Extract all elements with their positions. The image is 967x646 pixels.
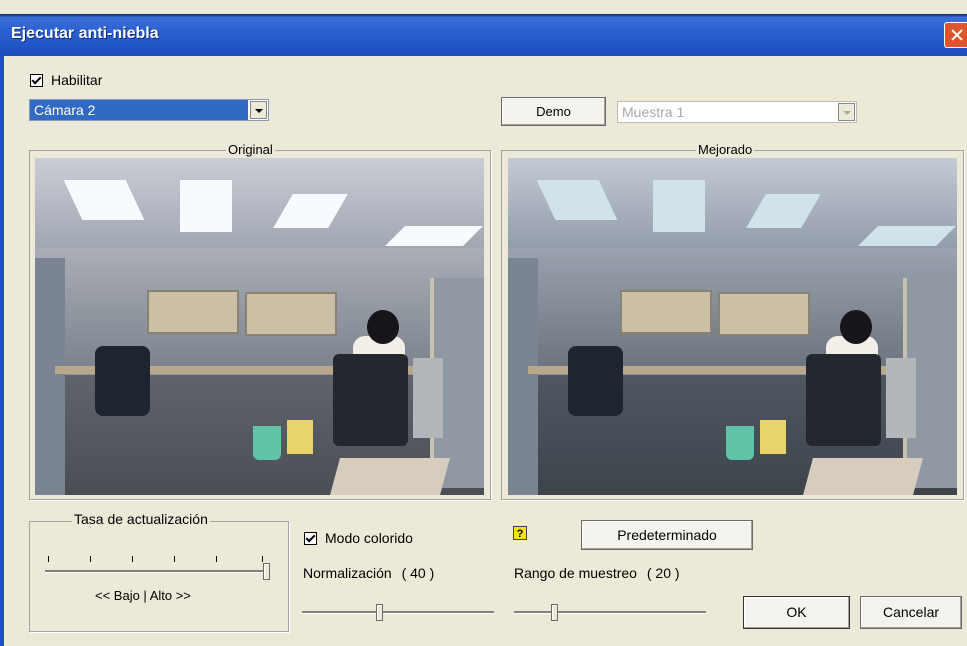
help-icon[interactable]: ?	[513, 526, 527, 540]
normalization-slider-thumb[interactable]	[376, 604, 383, 621]
original-preview-image	[35, 158, 484, 495]
sampling-range-label: Rango de muestreo	[514, 565, 637, 581]
original-group-label: Original	[226, 142, 275, 157]
ok-button[interactable]: OK	[743, 596, 850, 629]
title-bar[interactable]: Ejecutar anti-niebla	[0, 14, 967, 56]
sampling-range-slider[interactable]	[514, 604, 706, 621]
enhanced-group-label: Mejorado	[696, 142, 755, 157]
refresh-rate-slider[interactable]	[45, 563, 270, 580]
chevron-down-icon[interactable]	[250, 101, 267, 119]
chevron-down-icon	[838, 103, 855, 121]
sampling-range-row: Rango de muestreo ( 20 )	[514, 565, 680, 581]
color-mode-checkbox[interactable]: Modo colorido	[304, 530, 413, 546]
sampling-range-slider-thumb[interactable]	[551, 604, 558, 621]
normalization-value: ( 40 )	[401, 565, 435, 581]
close-icon[interactable]	[944, 22, 967, 48]
cancel-button[interactable]: Cancelar	[860, 596, 962, 629]
refresh-rate-slider-thumb[interactable]	[263, 563, 270, 580]
camera-select-value: Cámara 2	[30, 100, 248, 120]
camera-select[interactable]: Cámara 2	[29, 99, 269, 121]
sample-select-value: Muestra 1	[622, 104, 685, 120]
window-frame	[0, 56, 4, 646]
demo-button[interactable]: Demo	[501, 97, 606, 126]
refresh-rate-label: Tasa de actualización	[72, 511, 210, 527]
enable-checkbox-box[interactable]	[30, 73, 43, 87]
normalization-slider[interactable]	[302, 604, 494, 621]
normalization-label: Normalización	[303, 565, 392, 581]
sample-select: Muestra 1	[617, 101, 857, 123]
enable-label: Habilitar	[51, 72, 103, 88]
normalization-row: Normalización ( 40 )	[303, 565, 434, 581]
default-button[interactable]: Predeterminado	[581, 520, 753, 550]
sampling-range-value: ( 20 )	[646, 565, 680, 581]
anti-fog-dialog: Ejecutar anti-niebla Habilitar Cámara 2 …	[0, 0, 967, 646]
low-high-label: << Bajo | Alto >>	[95, 588, 191, 603]
color-mode-checkbox-box[interactable]	[304, 531, 317, 545]
dialog-title: Ejecutar anti-niebla	[11, 25, 159, 42]
color-mode-label: Modo colorido	[325, 530, 413, 546]
enhanced-preview-image	[508, 158, 957, 495]
enable-checkbox[interactable]: Habilitar	[30, 72, 102, 88]
